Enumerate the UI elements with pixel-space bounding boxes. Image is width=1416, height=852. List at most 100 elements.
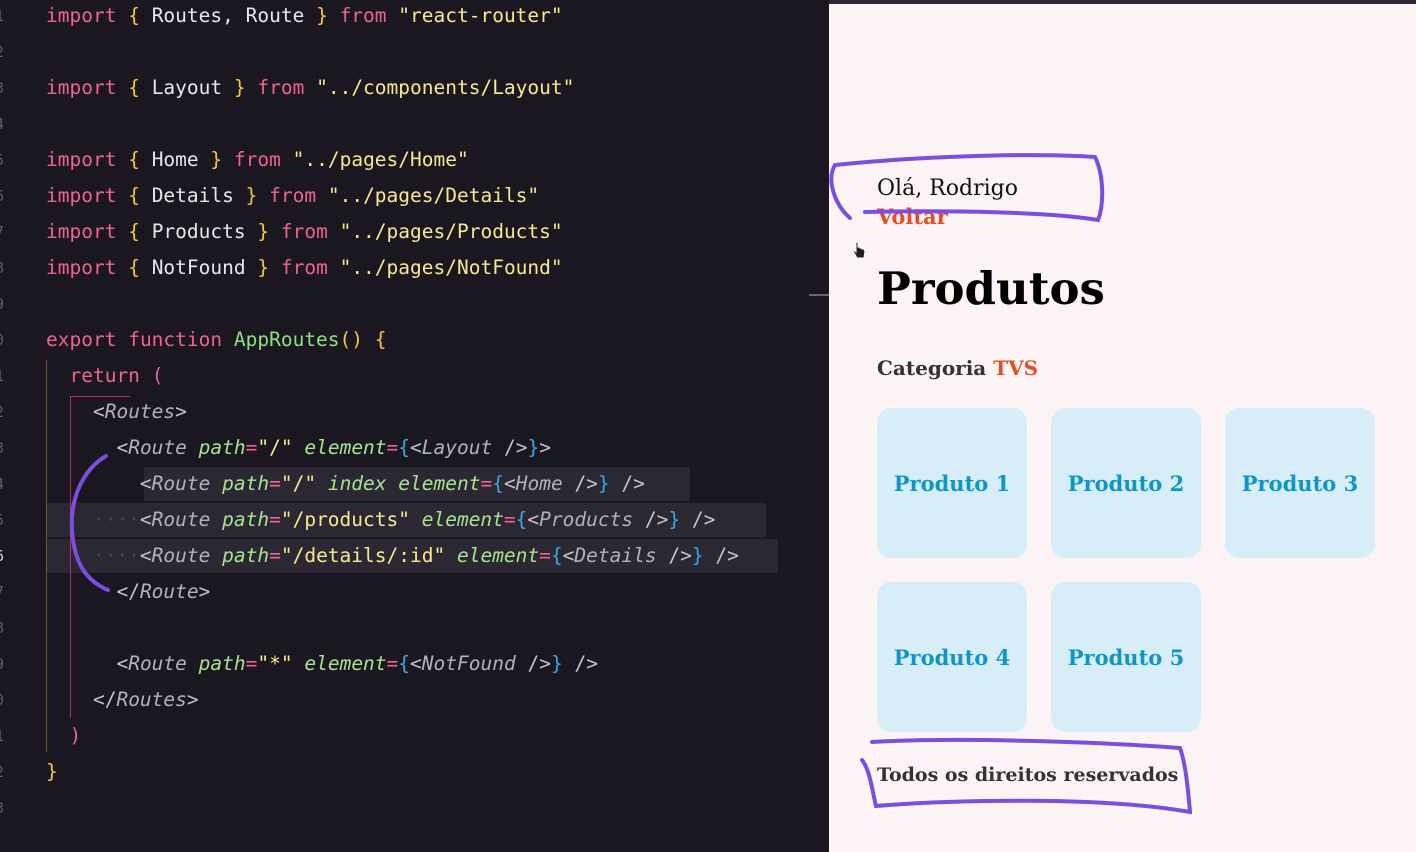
- code-token: />: [527, 652, 551, 675]
- product-card[interactable]: Produto 4: [877, 582, 1027, 732]
- code-line[interactable]: 5 import { Home } from "../pages/Home": [0, 142, 829, 178]
- code-line[interactable]: 9 <Route path="*" element={<NotFound />}…: [0, 646, 829, 682]
- code-token: AppRoutes: [233, 328, 340, 351]
- code-token: <: [139, 472, 152, 495]
- code-token: >: [175, 400, 187, 423]
- code-token: <: [410, 652, 422, 675]
- code-token: }: [316, 4, 328, 27]
- code-line[interactable]: 6 import { Details } from "../pages/Detai…: [0, 178, 829, 214]
- line-number: 6: [0, 538, 9, 574]
- code-line[interactable]: 3: [0, 790, 829, 826]
- code-text: import { NotFound } from "../pages/NotFo…: [46, 250, 563, 286]
- line-number: 7: [0, 214, 9, 250]
- category-line: Categoria TVS: [877, 356, 1038, 380]
- code-token: element: [456, 544, 540, 567]
- code-editor[interactable]: 1 import { Routes, Route } from "react-ro…: [0, 0, 829, 852]
- code-token: <: [527, 508, 540, 531]
- code-line[interactable]: 2}: [0, 754, 829, 790]
- code-token: NotFound: [421, 652, 516, 675]
- browser-preview: Olá, Rodrigo Voltar Produtos Categoria T…: [829, 4, 1416, 852]
- code-token: }: [46, 760, 58, 783]
- code-line[interactable]: 4: [0, 106, 829, 142]
- code-token: "/products": [280, 508, 410, 531]
- code-token: path: [198, 436, 246, 459]
- code-line[interactable]: 1 import { Routes, Route } from "react-ro…: [0, 0, 829, 34]
- code-line[interactable]: 5 ····<Route path="/products" element={<…: [0, 502, 829, 538]
- code-text: ····<Route path="/products" element={<Pr…: [46, 502, 715, 538]
- code-line[interactable]: 3 <Route path="/" element={<Layout />}>: [0, 430, 829, 466]
- code-line[interactable]: 9: [0, 286, 829, 322]
- category-label: Categoria: [877, 356, 987, 380]
- line-number: 1: [0, 358, 9, 394]
- code-token: =: [386, 436, 399, 459]
- code-token: "/": [280, 472, 317, 495]
- code-token: Routes: [116, 688, 187, 711]
- code-text: import { Routes, Route } from "react-rou…: [46, 0, 563, 34]
- code-line[interactable]: 1 return (: [0, 358, 829, 394]
- product-card-label: Produto 3: [1241, 470, 1359, 496]
- line-number: 5: [0, 142, 9, 178]
- code-token: />: [574, 652, 598, 675]
- code-token: "../components/Layout": [316, 76, 575, 99]
- back-link[interactable]: Voltar: [877, 204, 948, 229]
- line-number: 7: [0, 574, 9, 610]
- code-line[interactable]: 4 <Route path="/" index element={<Home /…: [0, 466, 829, 502]
- code-token: {: [550, 544, 563, 567]
- code-token: (: [151, 364, 164, 387]
- code-token: index: [327, 472, 387, 495]
- code-line[interactable]: 1 ): [0, 718, 829, 754]
- code-token: {: [128, 220, 140, 243]
- code-token: Route: [128, 652, 187, 675]
- product-card[interactable]: Produto 5: [1051, 582, 1201, 732]
- product-card[interactable]: Produto 3: [1225, 408, 1375, 558]
- code-token: >: [198, 580, 211, 603]
- product-card[interactable]: Produto 2: [1051, 408, 1201, 558]
- code-line[interactable]: 8: [0, 610, 829, 646]
- code-token: {: [374, 328, 387, 351]
- code-line[interactable]: 3 import { Layout } from "../components/L…: [0, 70, 829, 106]
- code-token: }: [668, 508, 681, 531]
- code-line[interactable]: 0 export function AppRoutes() {: [0, 322, 829, 358]
- code-token: "/details/:id": [280, 544, 446, 567]
- code-line[interactable]: 7 import { Products } from "../pages/Prod…: [0, 214, 829, 250]
- code-token: return: [69, 364, 140, 387]
- code-line[interactable]: 2 <Routes>: [0, 394, 829, 430]
- code-token: >: [539, 436, 551, 459]
- code-line[interactable]: 0 </Routes>: [0, 682, 829, 718]
- code-line[interactable]: 6 ····<Route path="/details/:id" element…: [0, 538, 829, 574]
- code-token: <: [503, 472, 516, 495]
- code-token: ····: [46, 544, 140, 567]
- code-line[interactable]: 2: [0, 34, 829, 70]
- code-token: }: [245, 184, 258, 207]
- code-token: ····: [46, 508, 140, 531]
- code-token: export: [46, 328, 117, 351]
- code-text: <Route path="/" index element={<Home />}…: [46, 466, 645, 502]
- line-number: 9: [0, 646, 9, 682]
- code-token: element: [304, 436, 387, 459]
- code-token: Route: [151, 544, 211, 567]
- code-token: Products: [139, 220, 258, 243]
- code-token: {: [128, 184, 140, 207]
- code-token: =: [503, 508, 516, 531]
- code-token: />: [504, 436, 528, 459]
- code-line[interactable]: 8 import { NotFound } from "../pages/NotF…: [0, 250, 829, 286]
- code-line[interactable]: 7 </Route>: [0, 574, 829, 610]
- code-token: }: [691, 544, 704, 567]
- code-token: }: [550, 652, 563, 675]
- product-card[interactable]: Produto 1: [877, 408, 1027, 558]
- code-token: />: [715, 544, 739, 567]
